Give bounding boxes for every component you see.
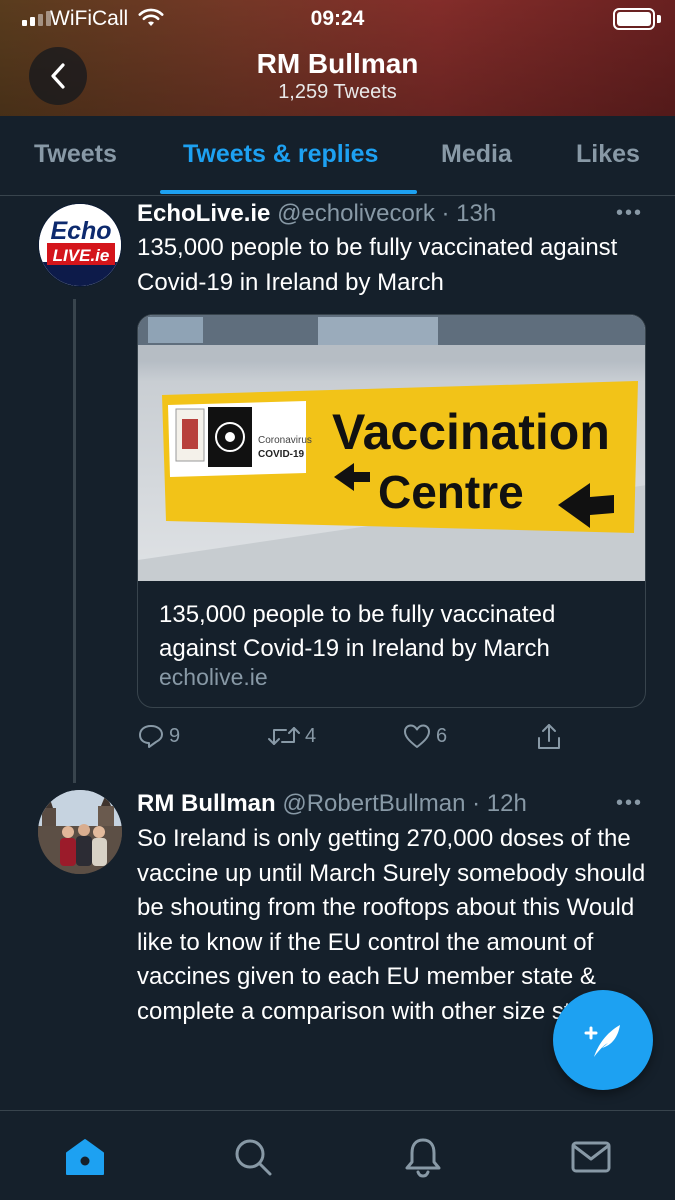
profile-tabs: Tweets Tweets & replies Media Likes <box>0 116 675 196</box>
profile-name: RM Bullman <box>256 48 419 79</box>
tweet-header: EchoLive.ie @echolivecork · 13h <box>137 200 496 228</box>
tweet-text: So Ireland is only getting 270,000 doses… <box>137 825 646 1025</box>
compose-tweet-icon <box>584 1025 620 1057</box>
profile-header: WiFiCall 09:24 RM Bullman 1,259 Tweets <box>0 0 675 116</box>
nav-search[interactable] <box>231 1135 275 1179</box>
author-handle[interactable]: @RobertBullman <box>282 790 465 817</box>
compose-tweet-button[interactable] <box>553 990 653 1090</box>
card-domain: echolive.ie <box>159 664 268 690</box>
sign-small-1: Coronavirus <box>258 435 312 446</box>
retweet-icon <box>268 727 300 745</box>
more-icon[interactable]: ••• <box>616 202 643 225</box>
nav-messages[interactable] <box>569 1135 613 1179</box>
bottom-navigation <box>0 1110 675 1200</box>
author-name[interactable]: EchoLive.ie <box>137 200 270 227</box>
reply-count: 9 <box>169 724 181 747</box>
tweet-time: · 12h <box>472 790 527 817</box>
tab-likes[interactable]: Likes <box>576 140 640 169</box>
retweet-count: 4 <box>305 724 317 747</box>
card-title: 135,000 people to be fully vaccinated ag… <box>159 601 556 662</box>
retweet-button[interactable]: 4 <box>267 722 316 750</box>
svg-text:LIVE.ie: LIVE.ie <box>53 246 110 265</box>
tweet-actions: 9 4 6 <box>137 722 637 756</box>
avatar[interactable]: Echo LIVE.ie <box>38 203 122 287</box>
tweet-header: RM Bullman @RobertBullman · 12h <box>137 790 527 818</box>
share-button[interactable] <box>535 722 563 752</box>
more-icon[interactable]: ••• <box>616 792 643 815</box>
thread-connector <box>73 299 76 783</box>
search-icon <box>235 1139 272 1176</box>
mail-icon <box>571 1141 611 1173</box>
tab-media[interactable]: Media <box>441 140 512 169</box>
nav-home[interactable] <box>63 1135 107 1179</box>
card-image: Coronavirus COVID-19 Vaccination Centre <box>138 315 645 581</box>
sign-sub-text: Centre <box>378 466 524 518</box>
share-icon <box>538 724 560 749</box>
active-tab-indicator <box>160 190 417 194</box>
author-handle[interactable]: @echolivecork <box>277 200 435 227</box>
vaccination-centre-photo: Coronavirus COVID-19 Vaccination Centre <box>138 315 645 581</box>
reply-icon <box>139 725 163 748</box>
tweet-time: · 13h <box>441 200 497 227</box>
battery-icon <box>613 8 661 30</box>
heart-icon <box>404 724 430 748</box>
sign-main-text: Vaccination <box>332 404 610 460</box>
like-button[interactable]: 6 <box>402 722 447 750</box>
reply-button[interactable]: 9 <box>137 722 180 750</box>
tweet-count: 1,259 Tweets <box>278 81 397 103</box>
tweet-text: 135,000 people to be fully vaccinated ag… <box>137 234 618 296</box>
link-card[interactable]: Coronavirus COVID-19 Vaccination Centre … <box>137 314 646 708</box>
echolive-logo: Echo LIVE.ie <box>39 204 121 286</box>
tab-tweets[interactable]: Tweets <box>34 140 117 169</box>
status-time: 09:24 <box>310 7 365 30</box>
avatar[interactable] <box>38 790 122 874</box>
like-count: 6 <box>436 724 448 747</box>
nav-notifications[interactable] <box>401 1135 445 1179</box>
author-name[interactable]: RM Bullman <box>137 790 276 817</box>
sign-small-2: COVID-19 <box>258 449 305 460</box>
svg-text:Echo: Echo <box>50 217 111 245</box>
status-bar: WiFiCall 09:24 <box>0 0 675 38</box>
home-icon <box>66 1139 104 1175</box>
profile-photo <box>38 790 122 874</box>
tab-tweets-and-replies[interactable]: Tweets & replies <box>183 140 378 169</box>
bell-icon <box>405 1138 441 1178</box>
